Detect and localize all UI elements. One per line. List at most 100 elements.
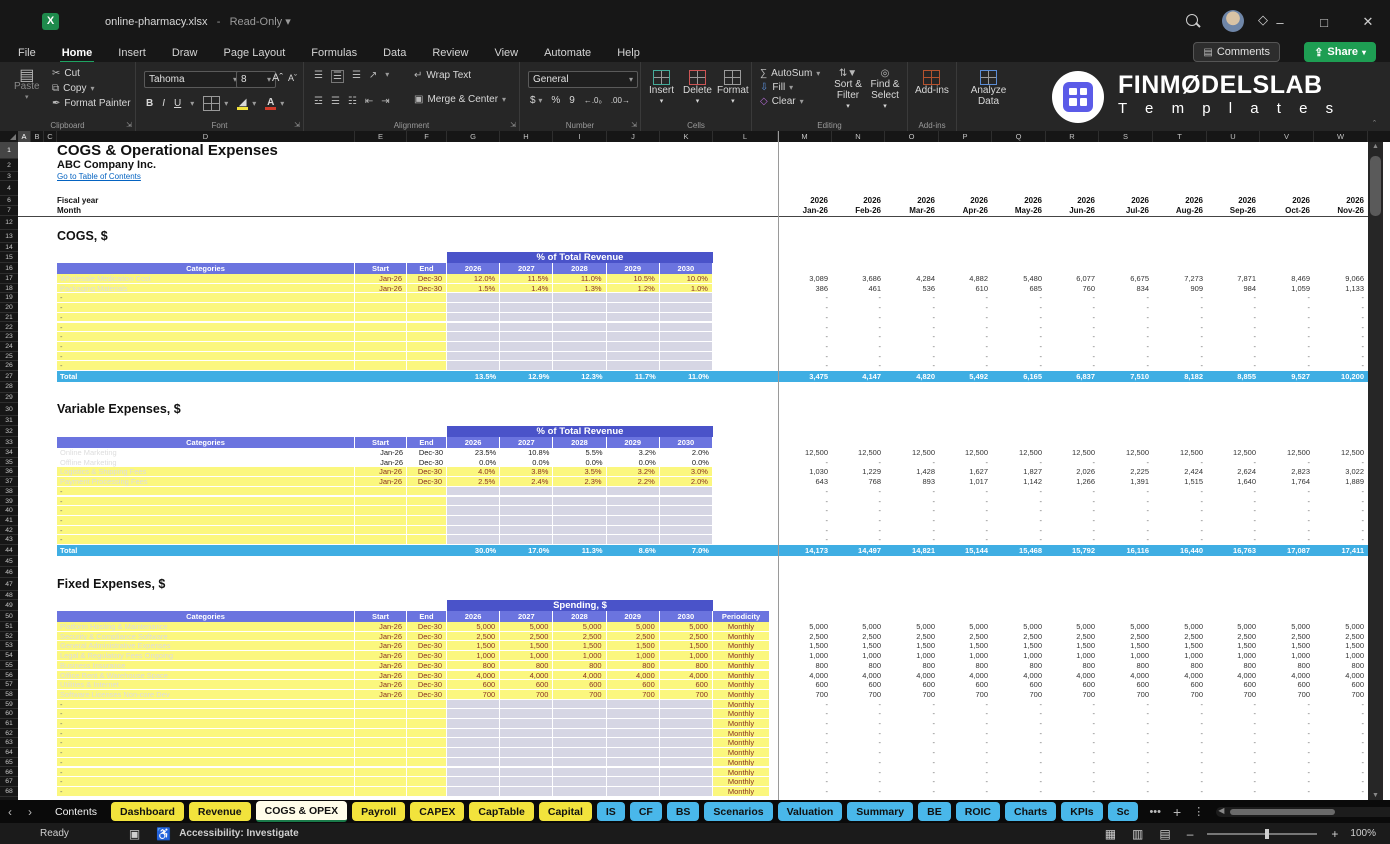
monthly-value-cell[interactable]: 1,500 — [1153, 641, 1207, 651]
monthly-value-cell[interactable]: - — [885, 332, 939, 342]
monthly-value-cell[interactable]: - — [992, 352, 1046, 362]
column-header-W[interactable]: W — [1314, 131, 1368, 142]
year-value-cell[interactable] — [660, 719, 713, 729]
monthly-value-cell[interactable]: - — [1153, 729, 1207, 739]
monthly-value-cell[interactable]: - — [1207, 738, 1260, 748]
monthly-value-cell[interactable]: 700 — [778, 690, 832, 700]
monthly-value-cell[interactable]: - — [1314, 313, 1368, 323]
year-value-cell[interactable] — [660, 361, 713, 371]
monthly-value-cell[interactable]: 1,500 — [1314, 641, 1368, 651]
year-value-cell[interactable] — [660, 787, 713, 797]
periodicity-cell[interactable]: Monthly — [713, 661, 770, 671]
year-value-cell[interactable] — [607, 709, 660, 719]
monthly-value-cell[interactable]: - — [1153, 777, 1207, 787]
monthly-value-cell[interactable]: - — [1099, 777, 1153, 787]
monthly-value-cell[interactable]: 1,000 — [1046, 651, 1099, 661]
monthly-value-cell[interactable]: - — [1099, 303, 1153, 313]
monthly-value-cell[interactable]: - — [1046, 458, 1099, 468]
monthly-value-cell[interactable]: - — [1207, 748, 1260, 758]
row-header-24[interactable]: 24 — [0, 342, 18, 352]
monthly-value-cell[interactable]: - — [778, 758, 832, 768]
page-title[interactable]: COGS & Operational Expenses — [57, 142, 477, 159]
year-value-cell[interactable] — [553, 729, 606, 739]
end-cell[interactable] — [407, 709, 447, 719]
year-value-cell[interactable]: 4,000 — [607, 671, 660, 681]
monthly-value-cell[interactable]: - — [939, 332, 992, 342]
start-cell[interactable] — [355, 719, 407, 729]
monthly-value-cell[interactable]: 536 — [885, 284, 939, 294]
monthly-value-cell[interactable]: - — [1260, 361, 1314, 371]
monthly-value-cell[interactable]: - — [832, 506, 885, 516]
row-header-16[interactable]: 16 — [0, 263, 18, 274]
monthly-value-cell[interactable]: 2,500 — [992, 632, 1046, 642]
monthly-value-cell[interactable]: 1,500 — [939, 641, 992, 651]
year-value-cell[interactable]: 2.2% — [607, 477, 660, 487]
monthly-value-cell[interactable]: - — [1314, 516, 1368, 526]
monthly-value-cell[interactable]: - — [1046, 526, 1099, 536]
monthly-value-cell[interactable]: - — [939, 506, 992, 516]
column-header-H[interactable]: H — [500, 131, 553, 142]
year-value-cell[interactable]: 800 — [607, 661, 660, 671]
monthly-value-cell[interactable]: 5,000 — [992, 622, 1046, 632]
row-header-68[interactable]: 68 — [0, 787, 18, 797]
year-value-cell[interactable] — [500, 293, 553, 303]
monthly-value-cell[interactable]: - — [1153, 323, 1207, 333]
monthly-value-cell[interactable]: - — [778, 535, 832, 545]
monthly-value-cell[interactable]: - — [1153, 535, 1207, 545]
monthly-value-cell[interactable]: - — [1207, 777, 1260, 787]
start-cell[interactable] — [355, 497, 407, 507]
align-top-icon[interactable]: ☰ — [314, 70, 323, 83]
monthly-value-cell[interactable]: 1,266 — [1046, 477, 1099, 487]
monthly-value-cell[interactable]: - — [778, 332, 832, 342]
year-value-cell[interactable] — [447, 487, 500, 497]
monthly-value-cell[interactable]: - — [1314, 458, 1368, 468]
periodicity-cell[interactable]: Monthly — [713, 738, 770, 748]
column-header-L[interactable]: L — [713, 131, 778, 142]
row-header-59[interactable]: 59 — [0, 700, 18, 710]
year-value-cell[interactable] — [660, 342, 713, 352]
monthly-value-cell[interactable]: - — [1314, 303, 1368, 313]
monthly-value-cell[interactable]: 909 — [1153, 284, 1207, 294]
page-layout-view-icon[interactable]: ▥ — [1132, 827, 1143, 841]
row-header-49[interactable]: 49 — [0, 600, 18, 611]
column-header-N[interactable]: N — [832, 131, 885, 142]
monthly-value-cell[interactable]: - — [1314, 526, 1368, 536]
monthly-value-cell[interactable]: 12,500 — [1260, 448, 1314, 458]
percent-style-button[interactable]: % — [551, 95, 560, 106]
year-value-cell[interactable] — [447, 352, 500, 362]
category-cell[interactable]: - — [57, 497, 355, 507]
category-cell[interactable]: Online Marketing — [57, 448, 355, 458]
year-value-cell[interactable] — [447, 777, 500, 787]
monthly-value-cell[interactable]: - — [1207, 516, 1260, 526]
year-value-cell[interactable] — [660, 535, 713, 545]
month-value[interactable]: Apr-26 — [939, 206, 992, 216]
monthly-value-cell[interactable]: - — [1046, 700, 1099, 710]
end-cell[interactable] — [407, 332, 447, 342]
monthly-value-cell[interactable]: 2,424 — [1153, 467, 1207, 477]
monthly-value-cell[interactable]: 1,000 — [939, 651, 992, 661]
month-value[interactable]: Oct-26 — [1260, 206, 1314, 216]
category-cell[interactable]: - — [57, 352, 355, 362]
year-value-cell[interactable] — [607, 516, 660, 526]
row-header-47[interactable]: 47 — [0, 578, 18, 591]
year-value-cell[interactable] — [553, 777, 606, 787]
start-cell[interactable] — [355, 787, 407, 797]
monthly-value-cell[interactable]: - — [1153, 506, 1207, 516]
category-cell[interactable]: - — [57, 303, 355, 313]
monthly-value-cell[interactable]: - — [1099, 487, 1153, 497]
year-value-cell[interactable] — [500, 777, 553, 787]
year-value-cell[interactable]: 2.0% — [660, 448, 713, 458]
monthly-value-cell[interactable]: - — [1046, 506, 1099, 516]
monthly-value-cell[interactable]: - — [1260, 293, 1314, 303]
monthly-value-cell[interactable]: - — [832, 303, 885, 313]
year-value-cell[interactable] — [607, 506, 660, 516]
year-value-cell[interactable] — [500, 342, 553, 352]
shrink-font-button[interactable]: Aˇ — [288, 73, 297, 83]
year-value-cell[interactable] — [553, 700, 606, 710]
year-value-cell[interactable]: 2,500 — [500, 632, 553, 642]
monthly-value-cell[interactable]: - — [885, 516, 939, 526]
year-value-cell[interactable] — [447, 323, 500, 333]
year-value-cell[interactable] — [553, 293, 606, 303]
end-cell[interactable]: Dec-30 — [407, 477, 447, 487]
column-header-S[interactable]: S — [1099, 131, 1153, 142]
